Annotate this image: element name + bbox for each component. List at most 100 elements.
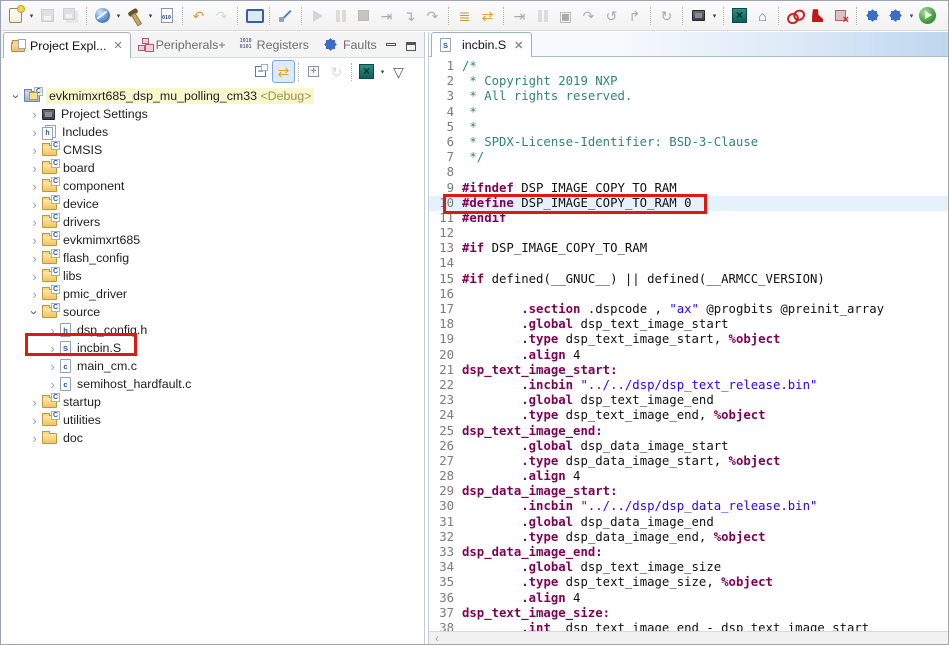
code-line-14[interactable]	[462, 256, 948, 271]
tree-item-drivers[interactable]: ›Cdrivers	[1, 213, 424, 231]
line-number[interactable]: 22	[429, 378, 454, 393]
show-execution-button[interactable]: ≣	[453, 4, 476, 27]
line-number-ruler[interactable]: 1234567891011121314151617181920212223242…	[429, 57, 459, 631]
maximize-button[interactable]	[406, 42, 416, 51]
code-line-5[interactable]: *	[462, 120, 948, 135]
code-line-32[interactable]: .type dsp_data_image_end, %object	[462, 530, 948, 545]
code-line-7[interactable]: */	[462, 150, 948, 165]
tree-item-pmic-driver[interactable]: ›Cpmic_driver	[1, 285, 424, 303]
expand-twisty-icon[interactable]: ›	[27, 432, 42, 445]
code-line-28[interactable]: .align 4	[462, 469, 948, 484]
line-number[interactable]: 13	[429, 241, 454, 256]
tree-item-source[interactable]: ›Csource	[1, 303, 424, 321]
tree-item-project-settings[interactable]: ›Project Settings	[1, 105, 424, 123]
expand-twisty-icon[interactable]: ›	[27, 198, 42, 211]
line-number[interactable]: 30	[429, 499, 454, 514]
undo-button[interactable]: ↶	[187, 4, 210, 27]
line-number[interactable]: 19	[429, 332, 454, 347]
target-chip-button[interactable]	[687, 4, 710, 27]
line-number[interactable]: 11	[429, 211, 454, 226]
code-line-16[interactable]	[462, 287, 948, 302]
expand-twisty-icon[interactable]: ›	[27, 108, 42, 121]
code-line-11[interactable]: #endif	[462, 211, 948, 226]
new-wizard-button-dropdown[interactable]: ▾	[27, 12, 36, 20]
save-all-button[interactable]	[59, 4, 82, 27]
tree-item-cmsis[interactable]: ›CCMSIS	[1, 141, 424, 159]
redo-button[interactable]: ↷	[210, 4, 233, 27]
expand-twisty-icon[interactable]: ›	[27, 144, 42, 157]
editor-tab-close-icon[interactable]: ✕	[514, 39, 523, 52]
tab-peripherals[interactable]: Peripherals+	[131, 32, 233, 57]
remove-launch-button[interactable]	[829, 4, 852, 27]
expand-twisty-icon[interactable]: ›	[27, 216, 42, 229]
tree-item-semihost-hardfault-c[interactable]: ›csemihost_hardfault.c	[1, 375, 424, 393]
tree-item-component[interactable]: ›Ccomponent	[1, 177, 424, 195]
project-tree[interactable]: ›Cevkmimxrt685_dsp_mu_polling_cm33 <Debu…	[1, 85, 424, 644]
line-number[interactable]: 17	[429, 302, 454, 317]
tab-close-icon[interactable]: ✕	[113, 39, 122, 52]
launch-debug-button-dropdown[interactable]: ▾	[114, 12, 123, 20]
horizontal-scrollbar[interactable]: ‹	[429, 631, 948, 645]
line-number[interactable]: 23	[429, 393, 454, 408]
code-line-37[interactable]: dsp_text_image_size:	[462, 606, 948, 621]
debug-led-config-button-dropdown[interactable]: ▾	[907, 12, 916, 20]
resume-button[interactable]	[306, 4, 329, 27]
new-wizard-button[interactable]	[4, 4, 27, 27]
tree-item-evkmimxrt685-dsp-mu-polling-cm33[interactable]: ›Cevkmimxrt685_dsp_mu_polling_cm33 <Debu…	[1, 87, 424, 105]
code-line-38[interactable]: .int dsp_text_image_end - dsp_text_image…	[462, 621, 948, 631]
line-number[interactable]: 14	[429, 256, 454, 271]
line-number[interactable]: 2	[429, 74, 454, 89]
line-number[interactable]: 37	[429, 606, 454, 621]
line-number[interactable]: 3	[429, 89, 454, 104]
line-number[interactable]: 32	[429, 530, 454, 545]
code-line-2[interactable]: * Copyright 2019 NXP	[462, 74, 948, 89]
tree-item-libs[interactable]: ›Clibs	[1, 267, 424, 285]
line-number[interactable]: 25	[429, 424, 454, 439]
code-line-15[interactable]: #if defined(__GNUC__) || defined(__ARMCC…	[462, 272, 948, 287]
expand-grid-button[interactable]	[302, 60, 325, 83]
tree-item-incbin-s[interactable]: ›Sincbin.S	[1, 339, 424, 357]
code-line-35[interactable]: .type dsp_text_image_size, %object	[462, 575, 948, 590]
line-number[interactable]: 27	[429, 454, 454, 469]
home-button[interactable]: ⌂	[751, 4, 774, 27]
scroll-left-arrow[interactable]: ‹	[429, 633, 445, 645]
disconnect-button[interactable]: ⇥	[375, 4, 398, 27]
line-number[interactable]: 33	[429, 545, 454, 560]
code-line-27[interactable]: .type dsp_data_image_start, %object	[462, 454, 948, 469]
code-line-4[interactable]: *	[462, 105, 948, 120]
tree-item-board[interactable]: ›Cboard	[1, 159, 424, 177]
tree-item-main-cm-c[interactable]: ›cmain_cm.c	[1, 357, 424, 375]
flow-trace-button[interactable]: ⇄	[476, 4, 499, 27]
run-to-line-button[interactable]: ↱	[623, 4, 646, 27]
target-chip-button-dropdown[interactable]: ▾	[710, 12, 719, 20]
line-number[interactable]: 38	[429, 621, 454, 631]
code-editor[interactable]: 1234567891011121314151617181920212223242…	[429, 57, 948, 631]
launch-debug-button[interactable]	[91, 4, 114, 27]
code-line-1[interactable]: /*	[462, 59, 948, 74]
line-number[interactable]: 16	[429, 287, 454, 302]
red-trace-button[interactable]	[806, 4, 829, 27]
tree-item-evkmimxrt685[interactable]: ›Cevkmimxrt685	[1, 231, 424, 249]
line-number[interactable]: 4	[429, 105, 454, 120]
console-button[interactable]	[242, 4, 265, 27]
code-line-25[interactable]: dsp_text_image_end:	[462, 424, 948, 439]
expand-twisty-icon[interactable]: ›	[27, 270, 42, 283]
binary-utilities-button[interactable]	[155, 4, 178, 27]
ide-x-view-button[interactable]: ×	[355, 60, 378, 83]
code-line-20[interactable]: .align 4	[462, 348, 948, 363]
code-line-30[interactable]: .incbin "../../dsp/dsp_data_release.bin"	[462, 499, 948, 514]
code-line-10[interactable]: #define DSP_IMAGE_COPY_TO_RAM 0	[462, 196, 948, 211]
debug-led-config-button[interactable]	[884, 4, 907, 27]
code-line-21[interactable]: dsp_text_image_start:	[462, 363, 948, 378]
link-with-editor-button[interactable]: ⇄	[272, 60, 295, 83]
line-number[interactable]: 9	[429, 181, 454, 196]
line-number[interactable]: 36	[429, 591, 454, 606]
ide-x-view-button-dropdown[interactable]: ▾	[378, 68, 387, 76]
terminate-button[interactable]	[352, 4, 375, 27]
run-c-button[interactable]	[916, 4, 939, 27]
code-lines[interactable]: /* * Copyright 2019 NXP * All rights res…	[459, 57, 948, 631]
line-number[interactable]: 29	[429, 484, 454, 499]
collapse-all-button[interactable]	[249, 60, 272, 83]
code-line-23[interactable]: .global dsp_text_image_end	[462, 393, 948, 408]
tree-item-startup[interactable]: ›Cstartup	[1, 393, 424, 411]
